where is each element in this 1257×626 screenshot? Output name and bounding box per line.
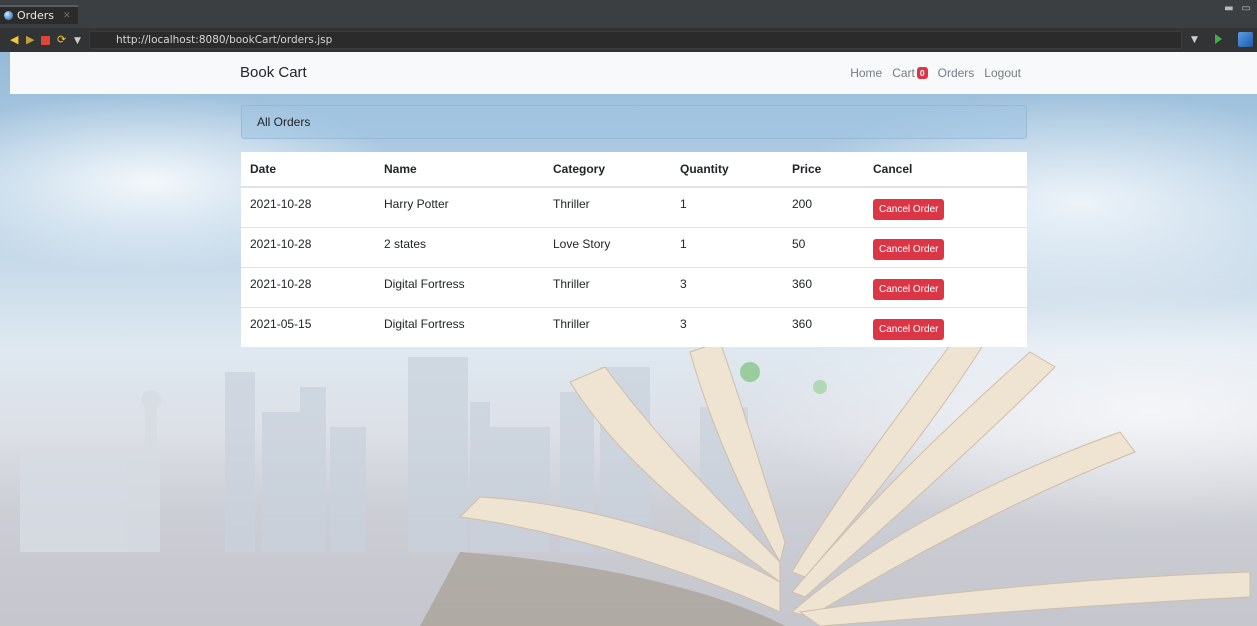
cell-name: Digital Fortress bbox=[375, 306, 544, 347]
cell-price: 200 bbox=[783, 186, 864, 227]
cell-cancel: Cancel Order bbox=[864, 186, 1027, 227]
table-row: 2021-10-28 Harry Potter Thriller 1 200 C… bbox=[241, 186, 1027, 227]
cell-category: Thriller bbox=[544, 266, 671, 307]
nav-home-link[interactable]: Home bbox=[850, 66, 882, 80]
refresh-icon[interactable]: ⟳ bbox=[57, 34, 66, 46]
cell-quantity: 3 bbox=[671, 266, 783, 307]
minimize-icon[interactable]: ▬ bbox=[1224, 3, 1233, 14]
table-row: 2021-10-28 Digital Fortress Thriller 3 3… bbox=[241, 266, 1027, 307]
nav-logout-link[interactable]: Logout bbox=[984, 66, 1021, 80]
back-arrow-icon[interactable]: ◀ bbox=[10, 34, 18, 46]
nav-orders-link[interactable]: Orders bbox=[938, 66, 975, 80]
cell-price: 360 bbox=[783, 266, 864, 307]
cell-name: Digital Fortress bbox=[375, 266, 544, 307]
column-header-category: Category bbox=[544, 152, 671, 188]
column-header-name: Name bbox=[375, 152, 544, 188]
column-header-price: Price bbox=[783, 152, 864, 188]
browser-tab[interactable]: Orders ✕ bbox=[0, 5, 78, 24]
cancel-order-button[interactable]: Cancel Order bbox=[873, 279, 945, 300]
cell-category: Love Story bbox=[544, 226, 671, 267]
orders-table: Date Name Category Quantity Price Cancel… bbox=[241, 152, 1027, 347]
go-icon[interactable] bbox=[1215, 34, 1222, 44]
external-browser-icon[interactable] bbox=[1238, 32, 1253, 47]
globe-icon bbox=[4, 11, 13, 20]
column-header-cancel: Cancel bbox=[864, 152, 1027, 188]
cell-date: 2021-10-28 bbox=[241, 266, 375, 307]
cell-cancel: Cancel Order bbox=[864, 266, 1027, 307]
page-viewport: Book Cart Home Cart 0 Orders Logout All … bbox=[0, 52, 1257, 626]
cell-category: Thriller bbox=[544, 306, 671, 347]
cell-quantity: 1 bbox=[671, 186, 783, 227]
cell-date: 2021-10-28 bbox=[241, 226, 375, 267]
brand-logo[interactable]: Book Cart bbox=[240, 64, 307, 81]
maximize-icon[interactable]: ▭ bbox=[1242, 3, 1251, 14]
cell-name: Harry Potter bbox=[375, 186, 544, 227]
url-dropdown-icon[interactable]: ▼ bbox=[1191, 35, 1198, 45]
cell-quantity: 1 bbox=[671, 226, 783, 267]
tab-title: Orders bbox=[17, 9, 54, 22]
url-input[interactable]: http://localhost:8080/bookCart/orders.js… bbox=[89, 31, 1182, 49]
orders-card-header: All Orders bbox=[241, 105, 1027, 139]
history-dropdown-icon[interactable]: ▼ bbox=[74, 35, 81, 47]
forward-arrow-icon[interactable]: ▶ bbox=[26, 34, 34, 46]
cell-cancel: Cancel Order bbox=[864, 306, 1027, 347]
cell-date: 2021-10-28 bbox=[241, 186, 375, 227]
editor-tab-bar: Orders ✕ ▬ ▭ bbox=[0, 0, 1257, 28]
cell-price: 50 bbox=[783, 226, 864, 267]
cancel-order-button[interactable]: Cancel Order bbox=[873, 319, 945, 341]
table-row: 2021-05-15 Digital Fortress Thriller 3 3… bbox=[241, 306, 1027, 347]
cell-quantity: 3 bbox=[671, 306, 783, 347]
close-icon[interactable]: ✕ bbox=[63, 10, 71, 21]
cart-count-badge: 0 bbox=[916, 67, 928, 79]
table-row: 2021-10-28 2 states Love Story 1 50 Canc… bbox=[241, 226, 1027, 267]
cancel-order-button[interactable]: Cancel Order bbox=[873, 199, 945, 221]
stop-icon[interactable] bbox=[41, 36, 50, 45]
cell-cancel: Cancel Order bbox=[864, 226, 1027, 267]
cell-name: 2 states bbox=[375, 226, 544, 267]
column-header-date: Date bbox=[241, 152, 375, 188]
cell-category: Thriller bbox=[544, 186, 671, 227]
column-header-quantity: Quantity bbox=[671, 152, 783, 188]
top-navbar: Book Cart Home Cart 0 Orders Logout bbox=[10, 52, 1257, 94]
nav-cart-label: Cart bbox=[892, 66, 915, 80]
window-controls: ▬ ▭ bbox=[1224, 3, 1251, 14]
browser-toolbar: ◀ ▶ ⟳ ▼ http://localhost:8080/bookCart/o… bbox=[0, 28, 1257, 52]
cell-date: 2021-05-15 bbox=[241, 306, 375, 347]
cancel-order-button[interactable]: Cancel Order bbox=[873, 239, 945, 260]
nav-cart-link[interactable]: Cart 0 bbox=[892, 66, 928, 80]
cell-price: 360 bbox=[783, 306, 864, 347]
browser-window: Orders ✕ ▬ ▭ ◀ ▶ ⟳ ▼ http://localhost:80… bbox=[0, 0, 1257, 626]
table-header-row: Date Name Category Quantity Price Cancel bbox=[241, 152, 1027, 188]
open-book-illustration bbox=[420, 331, 1251, 626]
nav-links: Home Cart 0 Orders Logout bbox=[850, 66, 1021, 80]
